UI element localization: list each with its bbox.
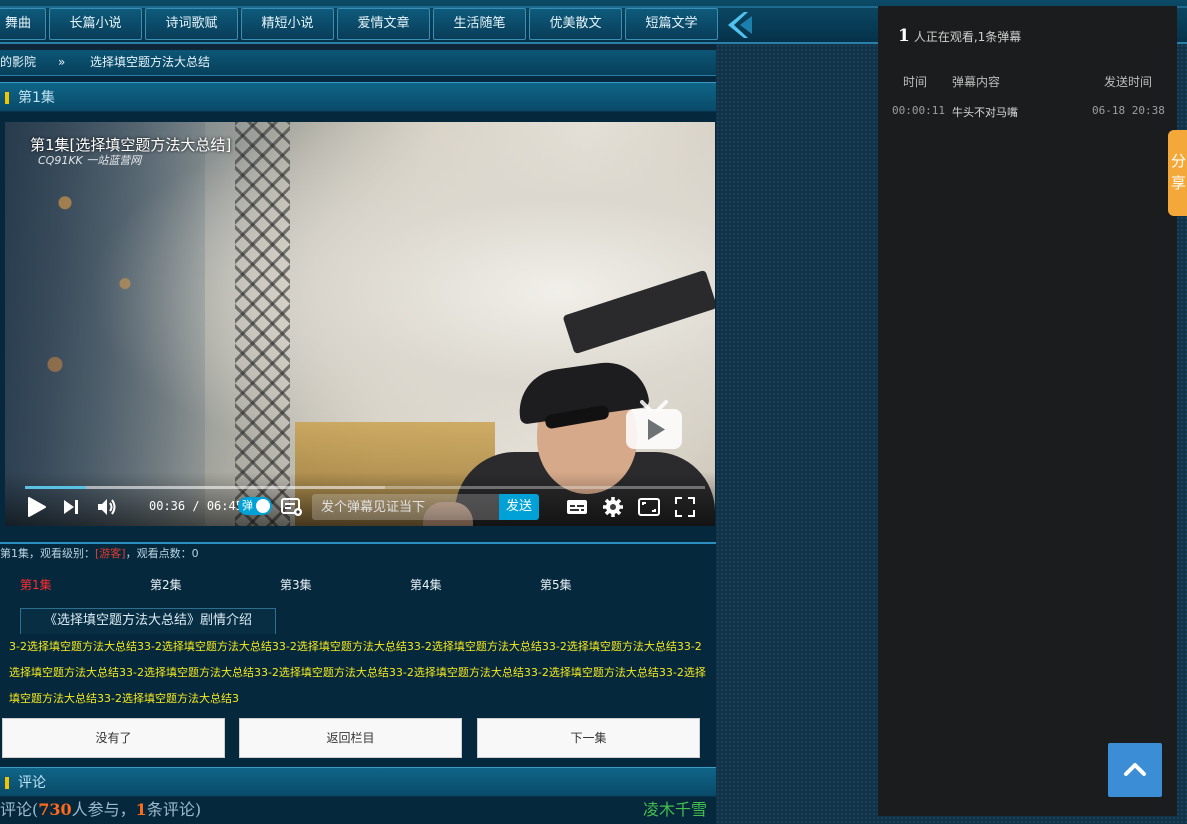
comment-username[interactable]: 凌木千雪: [643, 796, 707, 820]
video-frame-tower: [235, 122, 290, 526]
video-player[interactable]: 第1集[选择填空题方法大总结] CQ91KK 一站蓝营网 00:36 / 06:…: [5, 122, 715, 526]
comment-count-suffix: 条评论): [146, 800, 202, 819]
nav-item-poetry[interactable]: 诗词歌赋: [145, 8, 238, 40]
participants-count: 730: [38, 800, 72, 819]
danmaku-row-sent: 06-18 20:38: [1092, 104, 1165, 117]
danmaku-header-sent: 发送时间: [1104, 75, 1153, 89]
next-episode-button[interactable]: 下一集: [477, 718, 700, 758]
watch-info-suffix: ，观看点数：0: [125, 547, 199, 560]
episode-section-title: 第1集: [18, 90, 55, 106]
progress-bar[interactable]: [25, 486, 705, 489]
episode-link-5[interactable]: 第5集: [540, 576, 572, 593]
watch-info: 第1集，观看级别：[游客]，观看点数：0: [0, 545, 199, 561]
breadcrumb-separator: »: [58, 55, 66, 69]
play-icon[interactable]: [24, 495, 48, 519]
danmaku-header-time: 时间: [903, 75, 928, 89]
chevron-up-icon: [1124, 763, 1146, 776]
video-watermark: CQ91KK 一站蓝营网: [38, 154, 142, 167]
section-marker: [5, 92, 9, 104]
fullscreen-icon[interactable]: [673, 495, 697, 519]
breadcrumb-current[interactable]: 选择填空题方法大总结: [90, 50, 210, 75]
nav-item-life-essay[interactable]: 生活随笔: [433, 8, 526, 40]
danmaku-toggle-knob: [256, 499, 270, 513]
time-display: 00:36 / 06:45: [149, 499, 243, 513]
subtitle-icon[interactable]: [565, 495, 589, 519]
current-time: 00:36: [149, 499, 186, 513]
viewer-text: 人正在观看,1条弹幕: [913, 30, 1022, 44]
widescreen-icon[interactable]: [637, 495, 661, 519]
episode-section-header: 第1集: [0, 82, 716, 112]
comments-section-title: 评论: [18, 775, 46, 791]
breadcrumb: 的影院 » 选择填空题方法大总结: [0, 50, 716, 76]
comments-section-header: 评论: [0, 767, 716, 797]
danmaku-settings-icon[interactable]: [280, 495, 304, 519]
comment-count: 1: [135, 800, 147, 819]
intro-tab[interactable]: 《选择填空题方法大总结》剧情介绍: [20, 608, 276, 634]
danmaku-send-button[interactable]: 发送: [499, 494, 539, 520]
danmaku-row-time: 00:00:11: [892, 104, 945, 117]
nav-item-long-novel[interactable]: 长篇小说: [49, 8, 142, 40]
video-frame-bokeh: [5, 122, 205, 526]
breadcrumb-parent[interactable]: 的影院: [0, 50, 36, 75]
watch-level: [游客]: [95, 547, 126, 560]
nav-item-short-literature[interactable]: 短篇文学: [625, 8, 718, 40]
episode-link-4[interactable]: 第4集: [410, 576, 442, 593]
player-divider: [0, 542, 716, 544]
tv-play-icon[interactable]: [624, 400, 684, 452]
danmaku-row-content[interactable]: 牛头不对马嘴: [952, 104, 1018, 120]
video-frame-equipment: [562, 269, 715, 355]
viewer-number: 1: [898, 26, 910, 46]
chevron-left-icon[interactable]: [724, 10, 754, 40]
participants-suffix: 人参与，: [71, 800, 136, 819]
section-marker: [5, 777, 9, 789]
share-tab[interactable]: 分享: [1168, 130, 1187, 216]
progress-buffer: [25, 486, 386, 489]
episode-link-1[interactable]: 第1集: [20, 576, 52, 593]
nav-item-dance[interactable]: 舞曲: [0, 8, 46, 40]
back-to-column-button[interactable]: 返回栏目: [239, 718, 462, 758]
scroll-top-button[interactable]: [1108, 743, 1162, 797]
nav-item-love-article[interactable]: 爱情文章: [337, 8, 430, 40]
viewer-count: 1 人正在观看,1条弹幕: [898, 26, 1021, 46]
danmaku-toggle-label: 弹: [242, 499, 253, 512]
nav-item-short-novel[interactable]: 精短小说: [241, 8, 334, 40]
danmaku-panel: [878, 6, 1177, 816]
watch-info-prefix: 第1集，观看级别：: [0, 547, 95, 560]
volume-icon[interactable]: [95, 495, 119, 519]
nav-item-prose[interactable]: 优美散文: [529, 8, 622, 40]
gear-icon[interactable]: [601, 495, 625, 519]
episode-link-3[interactable]: 第3集: [280, 576, 312, 593]
intro-text: 3-2选择填空题方法大总结33-2选择填空题方法大总结33-2选择填空题方法大总…: [9, 640, 706, 705]
comments-summary-prefix: 评论(: [0, 800, 39, 819]
comments-summary: 评论(730人参与，1条评论): [0, 796, 716, 820]
danmaku-toggle[interactable]: 弹: [238, 497, 272, 515]
episode-link-2[interactable]: 第2集: [150, 576, 182, 593]
skip-next-icon[interactable]: [59, 495, 83, 519]
prev-episode-button[interactable]: 没有了: [2, 718, 225, 758]
danmaku-header-content: 弹幕内容: [952, 75, 1001, 89]
danmaku-input[interactable]: [312, 494, 500, 520]
